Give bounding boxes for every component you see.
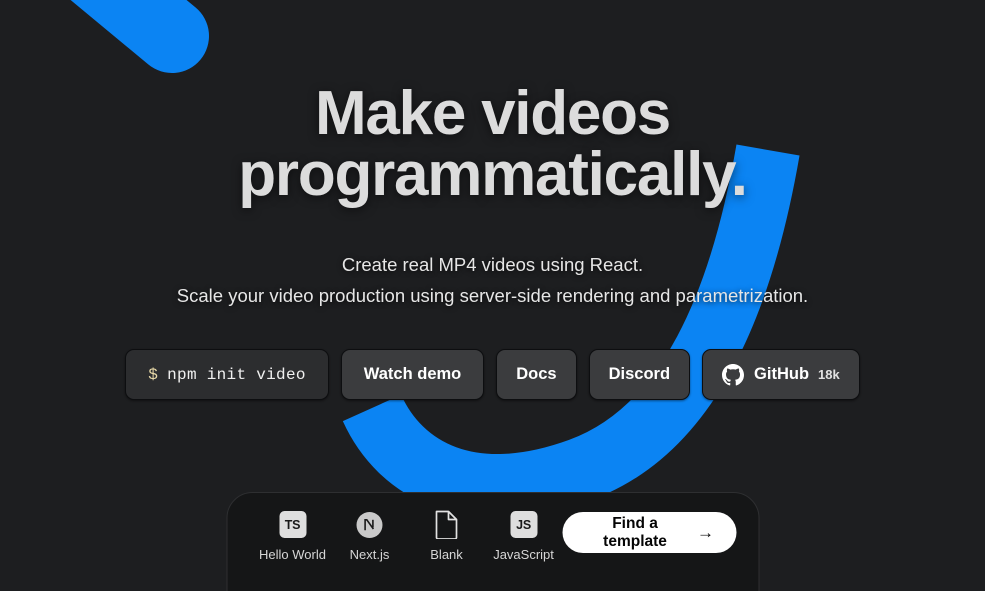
npm-command-text: npm init video (167, 365, 306, 384)
watch-demo-label: Watch demo (363, 365, 462, 384)
template-picker-bar: TS Hello World Next.js Blank JS JavaScri… (226, 492, 759, 591)
watch-demo-button[interactable]: Watch demo (340, 349, 485, 401)
template-label-javascript: JavaScript (493, 547, 554, 562)
template-label-hello-world: Hello World (259, 547, 326, 562)
blue-diagonal-stroke (70, 0, 209, 73)
docs-label: Docs (516, 365, 557, 384)
nextjs-icon (355, 510, 384, 539)
github-star-count: 18k (818, 367, 840, 383)
github-icon (722, 363, 745, 386)
find-a-template-button[interactable]: Find a template → (562, 512, 736, 553)
subtitle-line-2: Scale your video production using server… (176, 285, 809, 307)
typescript-badge-text: TS (279, 511, 306, 538)
github-label: GitHub (754, 365, 810, 384)
javascript-icon: JS (509, 510, 538, 539)
template-label-blank: Blank (430, 547, 463, 562)
template-item-javascript[interactable]: JS JavaScript (485, 510, 562, 562)
template-item-hello-world[interactable]: TS Hello World (254, 510, 331, 562)
javascript-badge-text: JS (510, 511, 538, 538)
github-button[interactable]: GitHub 18k (702, 349, 860, 401)
template-item-nextjs[interactable]: Next.js (331, 510, 408, 562)
discord-label: Discord (608, 365, 671, 384)
headline-line-1: Make videos (314, 79, 671, 148)
shell-prompt-symbol: $ (148, 365, 159, 384)
headline-line-2: programmatically. (238, 139, 748, 209)
npm-init-command-button[interactable]: $ npm init video (125, 349, 329, 401)
typescript-icon: TS (278, 510, 307, 539)
template-label-nextjs: Next.js (349, 547, 390, 562)
cta-button-row: $ npm init video Watch demo Docs Discord… (125, 349, 860, 401)
subtitle-line-1: Create real MP4 videos using React. (341, 253, 644, 275)
discord-button[interactable]: Discord (588, 349, 691, 401)
docs-button[interactable]: Docs (496, 349, 577, 401)
find-a-template-label: Find a template (603, 514, 667, 550)
blank-document-icon (432, 510, 461, 539)
page-title: Make videos programmatically. (113, 83, 873, 209)
hero-subtitle: Create real MP4 videos using React. Scal… (177, 249, 808, 313)
template-item-blank[interactable]: Blank (408, 510, 485, 562)
arrow-right-icon: → (697, 523, 714, 542)
